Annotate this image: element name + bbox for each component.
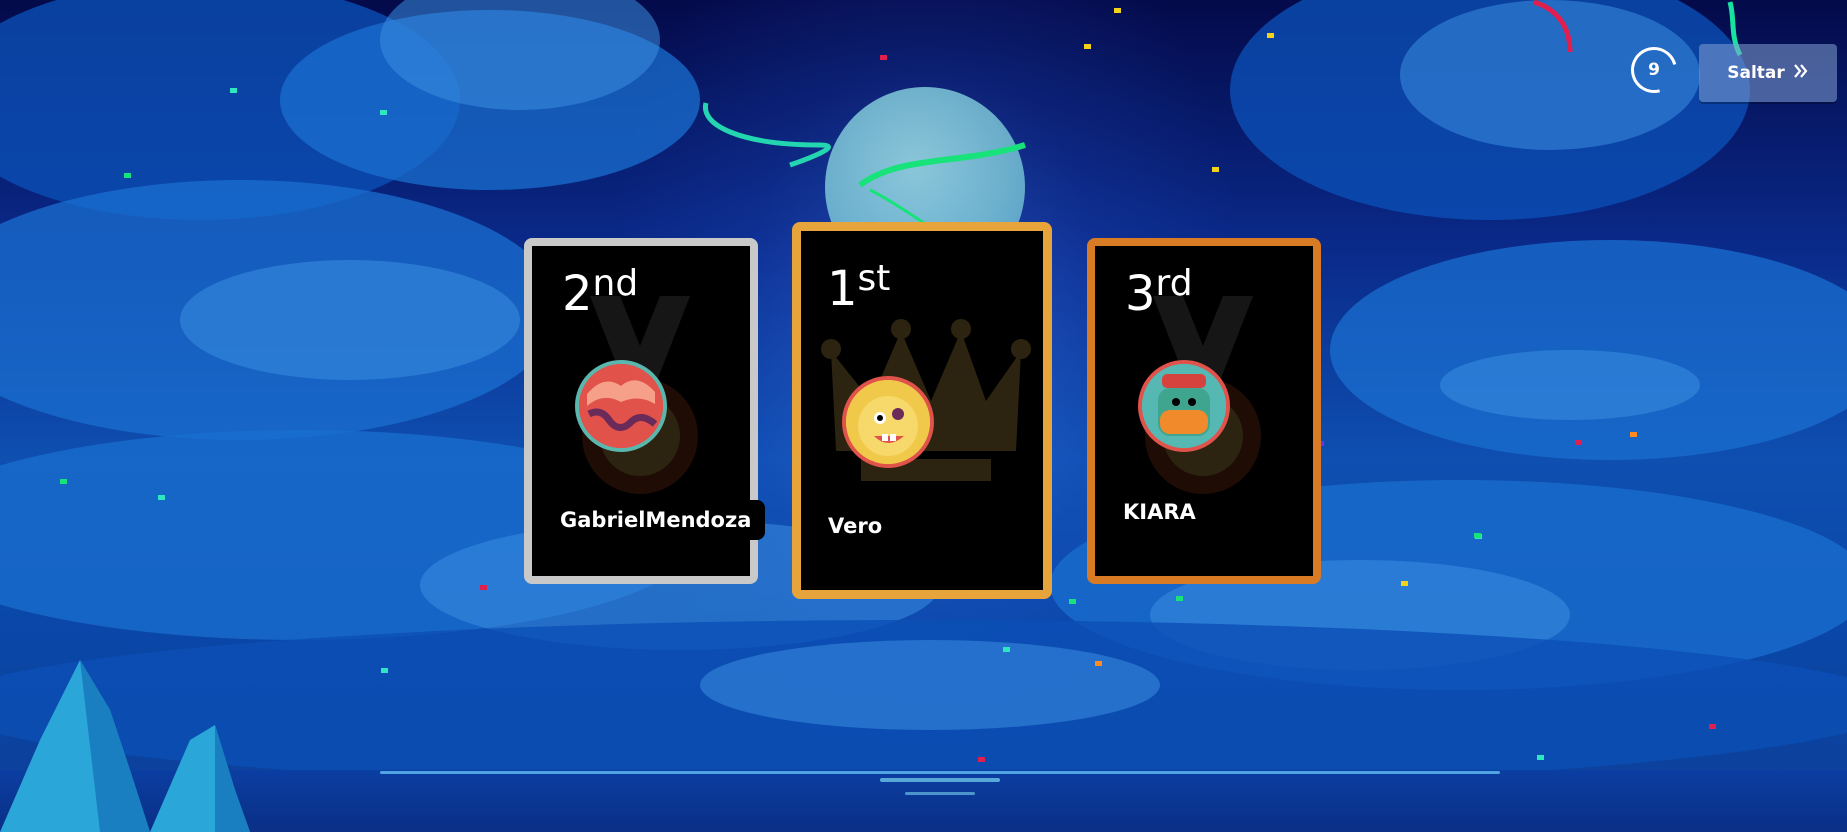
horizon-line [380, 771, 1500, 774]
avatar [842, 376, 934, 468]
confetti-piece [124, 173, 131, 178]
confetti-piece [1575, 440, 1582, 445]
red-tentacle-monster-avatar [579, 364, 663, 448]
confetti-piece [158, 495, 165, 500]
confetti-piece [381, 668, 388, 673]
podium-card-first: 1st Vero [792, 222, 1052, 599]
confetti-piece [1537, 755, 1544, 760]
green-jar-monster-avatar [1142, 364, 1226, 448]
skip-button[interactable]: Saltar [1699, 44, 1837, 102]
confetti-piece [1084, 44, 1091, 49]
confetti-piece [1176, 596, 1183, 601]
confetti-piece [1401, 581, 1408, 586]
avatar [575, 360, 667, 452]
confetti-piece [1114, 8, 1121, 13]
countdown-timer: 9 [1648, 60, 1660, 80]
rock-formation [0, 660, 250, 832]
confetti-piece [1069, 599, 1076, 604]
player-name: GabrielMendoza [560, 500, 766, 540]
confetti-piece [1212, 167, 1219, 172]
skip-button-label: Saltar [1727, 63, 1785, 83]
avatar [1138, 360, 1230, 452]
confetti-piece [1095, 661, 1102, 666]
chevrons-right-icon [1793, 63, 1809, 84]
confetti-piece [1709, 724, 1716, 729]
confetti-piece [1267, 33, 1274, 38]
confetti-piece [480, 585, 487, 590]
moon-reflection [880, 778, 1000, 782]
place-label: 2nd [562, 263, 639, 322]
yellow-monster-avatar [846, 380, 930, 464]
confetti-piece [1630, 432, 1637, 437]
player-name: KIARA [1123, 500, 1196, 524]
confetti-piece [230, 88, 237, 93]
podium-card-second: 2nd GabrielMendoza [524, 238, 766, 584]
confetti-piece [1003, 647, 1010, 652]
cloud [1440, 350, 1700, 420]
confetti-piece [1474, 533, 1481, 538]
confetti-piece [380, 110, 387, 115]
moon-reflection [905, 792, 975, 795]
cloud [700, 640, 1160, 730]
place-label: 3rd [1125, 263, 1193, 322]
confetti-piece [978, 757, 985, 762]
place-label: 1st [827, 258, 891, 317]
confetti-piece [880, 55, 887, 60]
player-name: Vero [828, 514, 883, 538]
confetti-piece [60, 479, 67, 484]
cloud [180, 260, 520, 380]
podium-card-third: 3rd KIARA [1087, 238, 1321, 584]
